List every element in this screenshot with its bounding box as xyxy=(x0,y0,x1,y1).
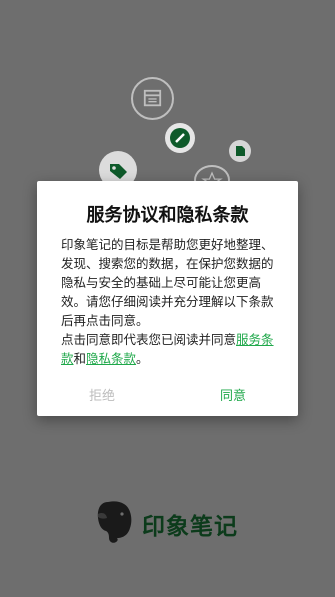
logo-text: 印象笔记 xyxy=(142,514,238,540)
privacy-link[interactable]: 隐私条款 xyxy=(86,351,136,366)
document-icon xyxy=(229,140,251,162)
calendar-icon xyxy=(131,77,174,120)
dialog-body-text: 印象笔记的目标是帮助您更好地整理、发现、搜索您的数据，在保护您数据的隐私与安全的… xyxy=(61,237,274,328)
dialog-body: 印象笔记的目标是帮助您更好地整理、发现、搜索您的数据，在保护您数据的隐私与安全的… xyxy=(61,235,281,368)
consent-prefix: 点击同意即代表您已阅读并同意 xyxy=(61,332,237,347)
elephant-icon xyxy=(96,500,134,548)
pencil-icon xyxy=(165,123,195,153)
reject-button[interactable]: 拒绝 xyxy=(89,385,115,404)
agree-button[interactable]: 同意 xyxy=(220,385,246,404)
app-logo: 印象笔记 xyxy=(96,500,238,548)
and-text: 和 xyxy=(73,351,87,366)
dialog-title: 服务协议和隐私条款 xyxy=(86,205,249,226)
end-punctuation: 。 xyxy=(136,351,149,366)
privacy-dialog: 服务协议和隐私条款 印象笔记的目标是帮助您更好地整理、发现、搜索您的数据，在保护… xyxy=(37,181,298,416)
